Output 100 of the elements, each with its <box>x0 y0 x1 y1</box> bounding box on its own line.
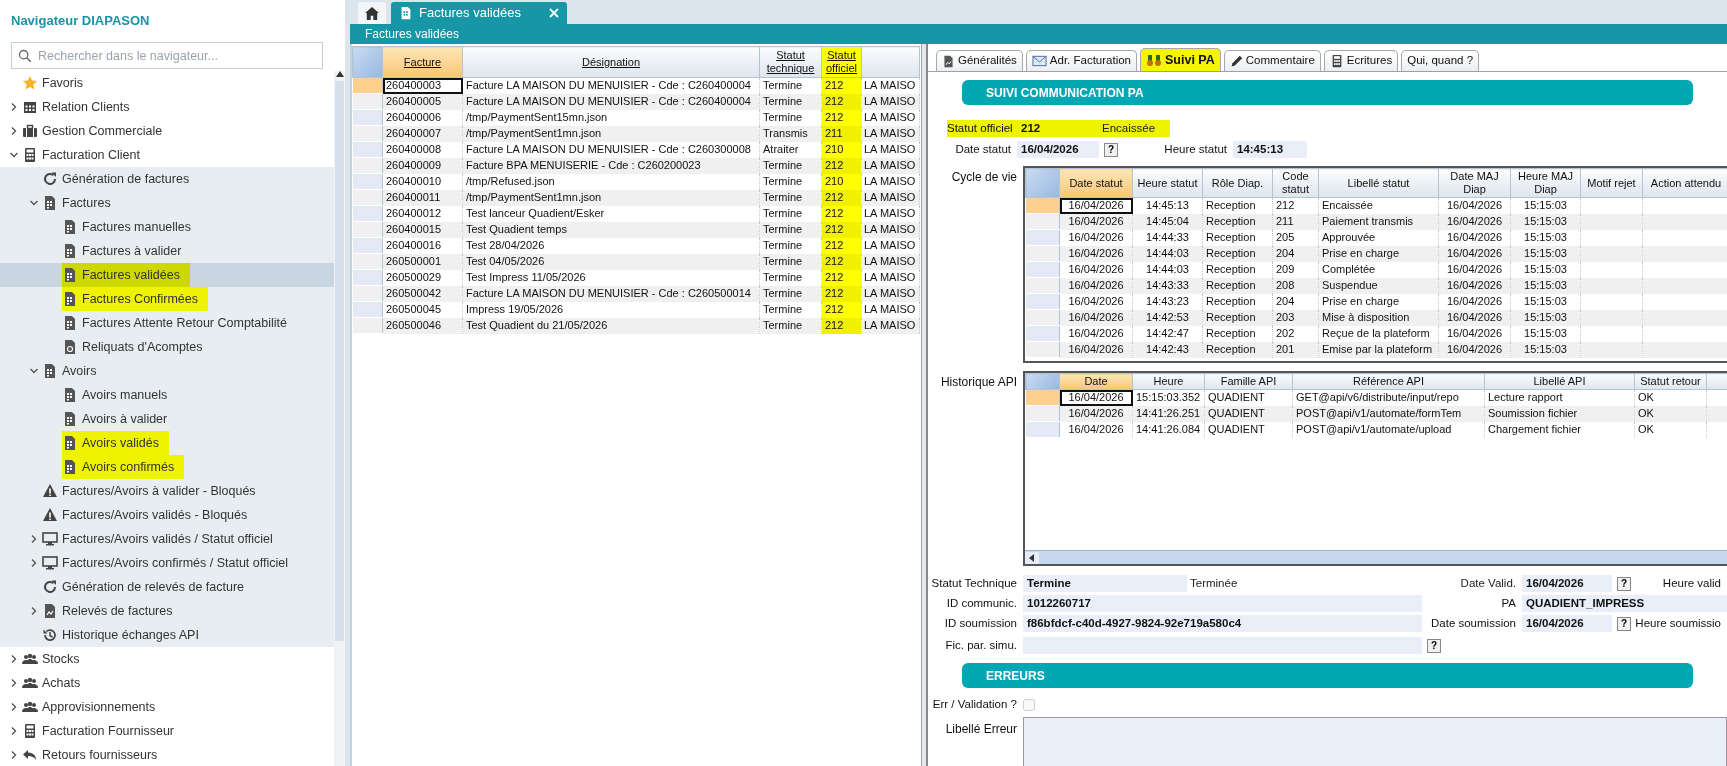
tab[interactable]: Adr. Facturation <box>1025 50 1137 71</box>
scrollbar[interactable] <box>334 71 345 766</box>
column-header[interactable]: Motif rejet <box>1580 168 1643 198</box>
tree-item[interactable]: Historique échanges API <box>0 623 334 647</box>
tree-item[interactable]: Approvisionnements <box>0 695 334 719</box>
tree-item[interactable]: Retours fournisseurs <box>0 743 334 766</box>
document-icon <box>42 603 58 619</box>
tree-item[interactable]: Avoirs manuels <box>0 383 334 407</box>
tab[interactable]: Commentaire <box>1223 50 1321 71</box>
grid-corner[interactable] <box>352 46 383 78</box>
table-cell: 14:44:03 <box>1132 245 1203 262</box>
home-tab[interactable] <box>358 2 386 24</box>
tree-item[interactable]: Favoris <box>0 71 334 95</box>
tree-item[interactable]: Avoirs validés <box>0 431 334 455</box>
column-header[interactable]: Date <box>1059 373 1133 390</box>
column-header[interactable]: Heure MAJ Diap <box>1510 168 1581 198</box>
help-button[interactable]: ? <box>1617 616 1631 631</box>
input-field[interactable]: 1012260717 <box>1023 595 1422 612</box>
search-field[interactable]: Rechercher dans le navigateur... <box>11 42 323 69</box>
tree-item[interactable]: Relevés de factures <box>0 599 334 623</box>
table-cell: /tmp/PaymentSent1mn.json <box>462 189 760 206</box>
table-cell: Termine <box>759 205 822 222</box>
tab[interactable]: Généralités <box>936 50 1023 71</box>
help-button[interactable]: ? <box>1617 576 1631 591</box>
table-cell: 16/04/2026 <box>1438 341 1511 358</box>
column-header[interactable]: Libellé API <box>1484 373 1635 390</box>
close-icon <box>548 8 559 18</box>
tree-item[interactable]: Génération de relevés de facture <box>0 575 334 599</box>
table-cell: Emise par la plateform <box>1318 341 1439 358</box>
tree-item[interactable]: Factures validées <box>0 263 334 287</box>
input-field[interactable]: QUADIENT_IMPRESS <box>1522 595 1727 612</box>
tab[interactable]: Suivi PA <box>1140 48 1221 71</box>
column-header[interactable] <box>1706 373 1727 390</box>
field-label: Cycle de vie <box>950 169 1018 186</box>
input-field[interactable]: 16/04/2026 <box>1522 575 1612 592</box>
horizontal-scrollbar[interactable] <box>1025 550 1727 564</box>
table-cell: 14:42:47 <box>1132 325 1203 342</box>
table-cell: LA MAISO <box>861 285 920 302</box>
column-header[interactable]: Désignation <box>462 46 760 78</box>
tree-item[interactable]: Factures manuelles <box>0 215 334 239</box>
column-header[interactable]: Statut retour <box>1634 373 1707 390</box>
tree-item[interactable]: Factures/Avoirs à valider - Bloqués <box>0 479 334 503</box>
tree-item[interactable]: Facturation Fournisseur <box>0 719 334 743</box>
column-header[interactable]: Facture <box>382 46 463 78</box>
tree-item[interactable]: Génération de factures <box>0 167 334 191</box>
tree-item[interactable]: Reliquats d'Acomptes <box>0 335 334 359</box>
home-icon <box>365 6 379 20</box>
tree-item[interactable]: Factures/Avoirs validés - Bloqués <box>0 503 334 527</box>
column-header[interactable]: Statut technique <box>759 46 822 78</box>
input-field[interactable]: Termine <box>1023 575 1187 592</box>
table-cell: /tmp/Refused.json <box>462 173 760 190</box>
tab[interactable]: Qui, quand ? <box>1401 50 1480 71</box>
tree-item[interactable]: Facturation Client <box>0 143 334 167</box>
tree-item[interactable]: Factures/Avoirs confirmés / Statut officiel <box>0 551 334 575</box>
column-header[interactable]: Heure <box>1132 373 1205 390</box>
input-field[interactable]: 212 <box>1017 120 1100 137</box>
table-cell: Transmis <box>759 125 822 142</box>
splitter[interactable] <box>921 44 928 766</box>
grid-corner[interactable] <box>1025 373 1060 390</box>
column-header[interactable]: Référence API <box>1292 373 1485 390</box>
column-header[interactable]: Rôle Diap. <box>1202 168 1273 198</box>
column-header[interactable]: Date MAJ Diap <box>1438 168 1511 198</box>
column-header[interactable] <box>861 46 920 78</box>
tree-item[interactable]: Avoirs à valider <box>0 407 334 431</box>
invoice-icon <box>62 267 78 283</box>
input-field[interactable]: 14:45:13 <box>1233 141 1307 158</box>
tree-item[interactable]: Relation Clients <box>0 95 334 119</box>
help-button[interactable]: ? <box>1104 142 1118 157</box>
input-field[interactable]: f86bfdcf-c40d-4927-9824-92e719a580c4 <box>1023 615 1422 632</box>
column-header[interactable]: Code statut <box>1272 168 1319 198</box>
warning-icon <box>42 483 58 499</box>
input-field[interactable]: 16/04/2026 <box>1522 615 1612 632</box>
tree-item[interactable]: Stocks <box>0 647 334 671</box>
help-button[interactable]: ? <box>1427 638 1441 653</box>
input-field[interactable]: 16/04/2026 <box>1017 141 1099 158</box>
invoice-icon <box>62 411 78 427</box>
tree-item[interactable]: Factures/Avoirs validés / Statut officiel <box>0 527 334 551</box>
text-area[interactable] <box>1023 717 1727 766</box>
tree-item[interactable]: Avoirs <box>0 359 334 383</box>
column-header[interactable]: Date statut <box>1059 168 1133 198</box>
column-header[interactable]: Heure statut <box>1132 168 1203 198</box>
tree-item[interactable]: Gestion Commerciale <box>0 119 334 143</box>
column-header[interactable]: Famille API <box>1204 373 1293 390</box>
document-tab[interactable]: Factures validées <box>391 2 567 24</box>
calculator-icon <box>22 723 38 739</box>
tree-item[interactable]: Factures <box>0 191 334 215</box>
tree-item[interactable]: Avoirs confirmés <box>0 455 334 479</box>
column-header[interactable]: Libellé statut <box>1318 168 1439 198</box>
table-cell: /tmp/PaymentSent15mn.json <box>462 109 760 126</box>
grid-corner[interactable] <box>1025 168 1060 198</box>
table-cell: 205 <box>1272 229 1319 246</box>
tree-item[interactable]: Factures Attente Retour Comptabilité <box>0 311 334 335</box>
table-cell: Test Quadient temps <box>462 221 760 238</box>
column-header[interactable]: Action attendu <box>1642 168 1727 198</box>
tree-item[interactable]: Factures à valider <box>0 239 334 263</box>
column-header[interactable]: Statut officiel <box>821 46 862 78</box>
tab[interactable]: Ecritures <box>1323 50 1399 71</box>
tree-item[interactable]: Achats <box>0 671 334 695</box>
table-cell: 14:41:26.251 <box>1132 405 1205 422</box>
tree-item[interactable]: Factures Confirmées <box>0 287 334 311</box>
